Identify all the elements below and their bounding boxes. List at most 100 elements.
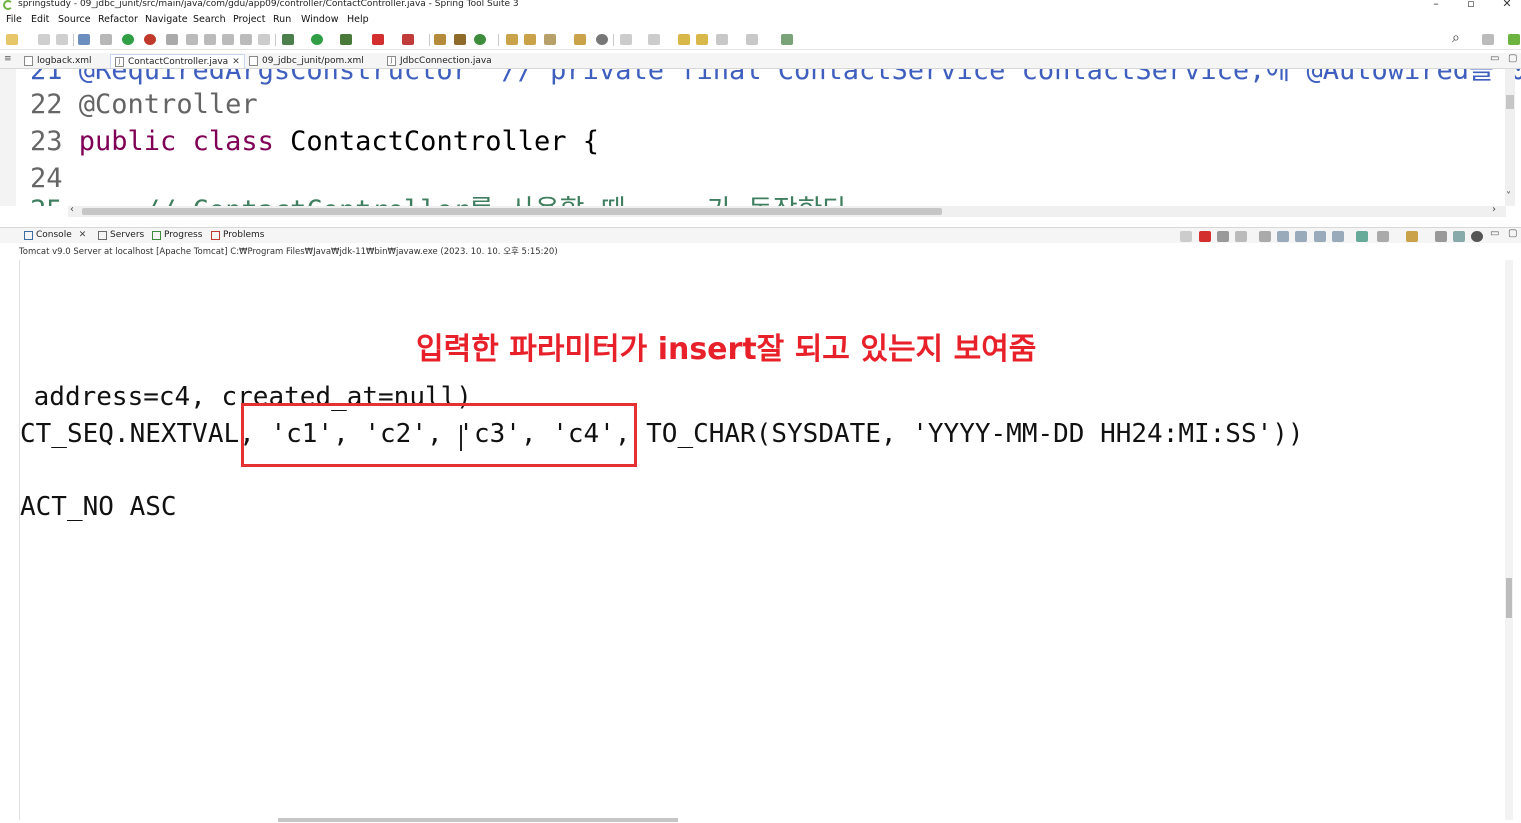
menu-help[interactable]: Help [347,14,369,25]
console-toolbar-icon[interactable] [1453,231,1465,242]
editor-gutter [0,69,16,206]
editor-horizontal-scrollbar[interactable]: ‹ › [68,204,1506,217]
console-toolbar-icon[interactable] [1180,231,1192,242]
new-package-icon[interactable] [454,34,466,45]
terminate-icon[interactable] [1199,231,1211,242]
new-file-icon[interactable] [6,34,18,45]
close-tab-icon[interactable]: ✕ [79,230,87,240]
menu-edit[interactable]: Edit [31,14,49,25]
menu-search[interactable]: Search [193,14,226,25]
tab-jdbc-connection-java[interactable]: J JdbcConnection.java [387,54,492,68]
console-process-label: Tomcat v9.0 Server at localhost [Apache … [19,247,558,257]
console-vertical-scrollbar[interactable] [1505,260,1513,820]
globe-icon[interactable] [596,34,608,45]
forward-nav-icon[interactable] [696,34,708,45]
scroll-thumb[interactable] [1506,95,1514,109]
remove-launch-icon[interactable] [1217,231,1229,242]
tab-problems[interactable]: Problems [211,230,264,240]
show-on-stderr-icon[interactable] [1332,231,1344,242]
toolbar-icon[interactable] [166,34,178,45]
search-tool-icon[interactable] [544,34,556,45]
menu-project[interactable]: Project [233,14,266,25]
run-icon[interactable] [311,34,323,45]
refresh-icon[interactable] [144,34,156,45]
tab-progress[interactable]: Progress [152,230,202,240]
display-console-icon[interactable] [1377,231,1389,242]
maximize-view-icon[interactable]: ▢ [1508,53,1517,64]
open-perspective-icon[interactable] [1482,34,1494,45]
console-toolbar-icon[interactable] [1435,231,1447,242]
minimize-view-icon[interactable]: ▭ [1490,53,1499,64]
new-class-icon[interactable] [474,34,486,45]
title-bar: springstudy - 09_jdbc_junit/src/main/jav… [0,0,1521,12]
scroll-lock-icon[interactable] [1277,231,1289,242]
maximize-button[interactable]: ▫ [1461,0,1481,10]
view-menu-icon[interactable]: ≡ [4,54,12,64]
pin-console-icon[interactable] [1356,231,1368,242]
word-wrap-icon[interactable] [1295,231,1307,242]
xml-file-icon [24,56,33,66]
editor-vertical-scrollbar[interactable]: ˄ ˅ [1505,69,1515,206]
console-line: ACT_NO ASC [20,492,177,522]
external-tools-icon[interactable] [402,34,414,45]
show-on-stdout-icon[interactable] [1314,231,1326,242]
terminal-icon[interactable] [78,34,90,45]
debug-icon[interactable] [122,34,134,45]
clear-console-icon[interactable] [1259,231,1271,242]
menu-navigate[interactable]: Navigate [145,14,188,25]
save-icon[interactable] [38,34,50,45]
open-task-icon[interactable] [524,34,536,45]
scroll-up-icon[interactable]: ˄ [1506,69,1511,77]
toolbar-icon[interactable] [240,34,252,45]
minimize-view-icon[interactable]: ▭ [1490,228,1499,239]
toolbar-icon[interactable] [258,34,270,45]
back-nav-icon[interactable] [678,34,690,45]
menu-source[interactable]: Source [58,14,91,25]
tab-pom-xml[interactable]: 09_jdbc_junit/pom.xml [249,54,364,68]
code-editor[interactable]: 21 @RequiredArgsConstructor // private f… [0,69,1521,206]
toolbar-icon[interactable] [204,34,216,45]
menu-window[interactable]: Window [301,14,338,25]
annotation-icon[interactable] [648,34,660,45]
forward-icon[interactable] [746,34,758,45]
tab-console[interactable]: Console ✕ [24,230,86,240]
menu-refactor[interactable]: Refactor [98,14,138,25]
annotation-icon[interactable] [620,34,632,45]
gear-icon[interactable] [1471,231,1483,242]
close-tab-icon[interactable]: ✕ [232,57,240,67]
toolbar-icon[interactable] [186,34,198,45]
stop-icon[interactable] [372,34,384,45]
menu-file[interactable]: File [6,14,22,25]
toolbar-icon[interactable] [574,34,586,45]
scroll-thumb[interactable] [1506,578,1512,618]
pin-editor-icon[interactable] [781,34,793,45]
toolbar-icon[interactable] [222,34,234,45]
java-file-icon: J [387,56,396,66]
coverage-icon[interactable] [340,34,352,45]
search-icon[interactable]: ⌕ [1452,30,1460,46]
new-java-project-icon[interactable] [434,34,446,45]
save-all-icon[interactable] [56,34,68,45]
tab-contact-controller-java[interactable]: J ContactController.java ✕ [110,54,245,68]
java-file-icon: J [115,56,124,67]
close-window-button[interactable]: ✕ [1497,0,1517,10]
red-annotation-caption: 입력한 파라미터가 insert잘 되고 있는지 보여줌 [416,332,1037,367]
spring-perspective-icon[interactable] [1508,34,1520,45]
back-icon[interactable] [716,34,728,45]
scroll-down-icon[interactable]: ˅ [1506,191,1511,202]
open-console-icon[interactable] [1406,231,1418,242]
menu-run[interactable]: Run [273,14,291,25]
remove-all-icon[interactable] [1235,231,1247,242]
skip-breakpoints-icon[interactable] [100,34,112,45]
console-horizontal-scrollbar[interactable] [278,818,678,822]
tab-servers[interactable]: Servers [98,230,144,240]
minimize-button[interactable]: – [1426,0,1446,10]
tab-logback-xml[interactable]: logback.xml [24,54,92,68]
scroll-right-icon[interactable]: › [1492,204,1496,215]
open-type-icon[interactable] [506,34,518,45]
scroll-thumb[interactable] [82,208,942,215]
console-output[interactable]: 입력한 파라미터가 insert잘 되고 있는지 보여줌 address=c4,… [19,260,1513,822]
scroll-left-icon[interactable]: ‹ [70,204,74,215]
debug-launch-icon[interactable] [282,34,294,45]
maximize-view-icon[interactable]: ▢ [1508,228,1517,239]
